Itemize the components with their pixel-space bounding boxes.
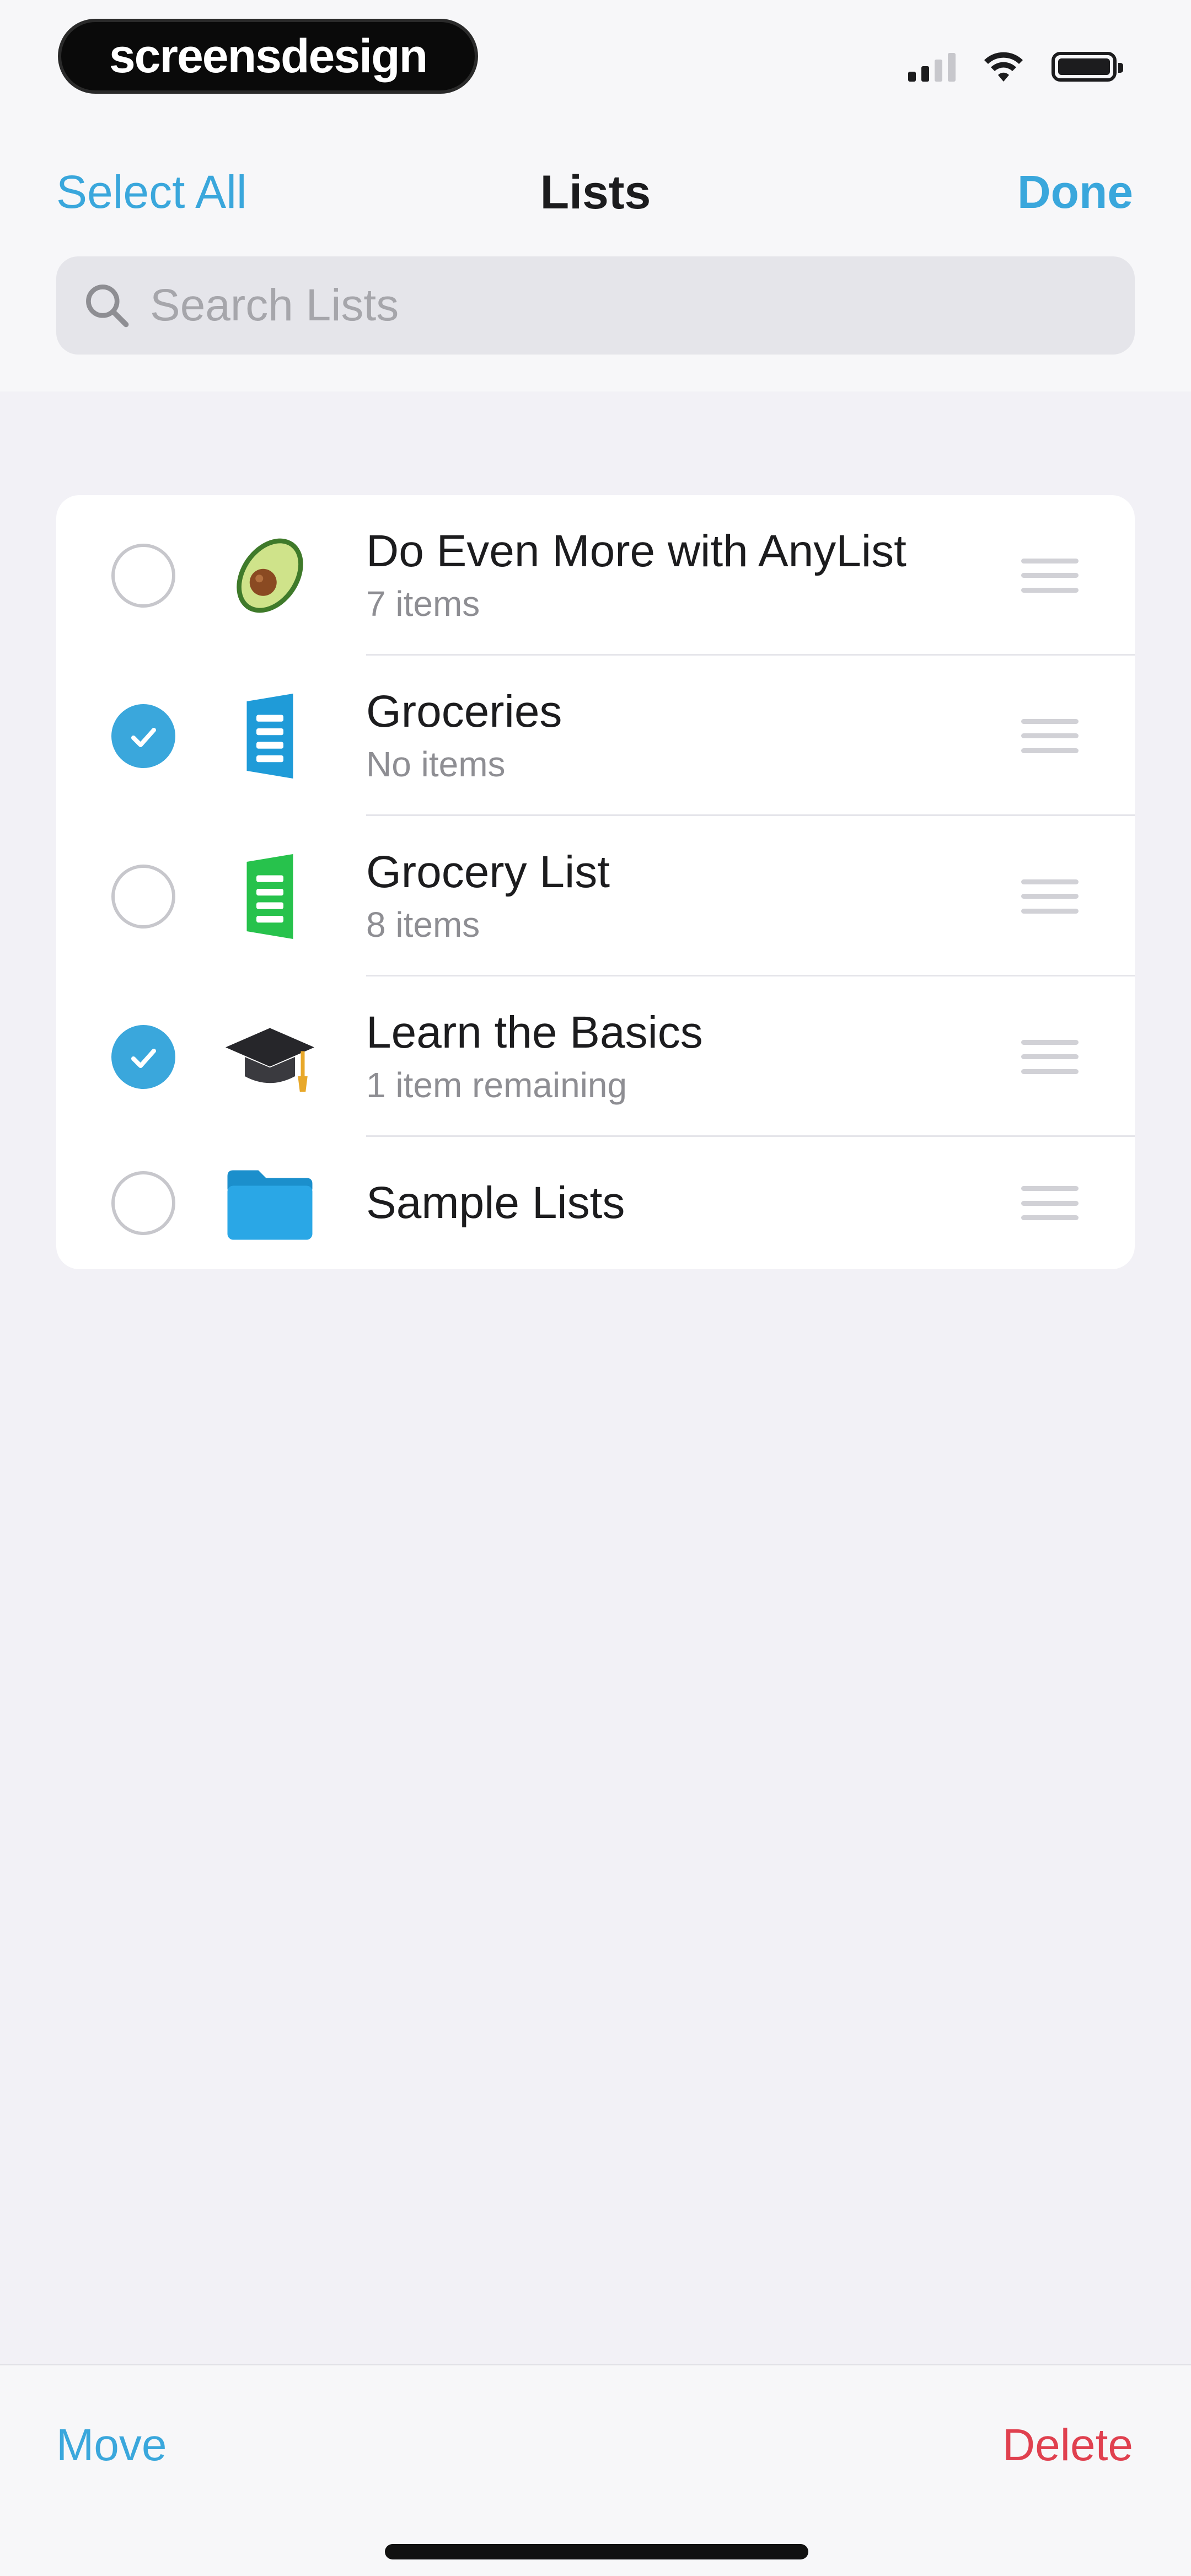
list-subtitle: No items <box>366 744 506 784</box>
list-title: Grocery List <box>366 847 610 898</box>
brand-watermark: screensdesign <box>58 19 478 94</box>
checkmark-icon <box>131 1048 156 1068</box>
list-row-grocery-list[interactable]: Grocery List 8 items <box>56 816 1135 976</box>
cellular-signal-icon <box>908 52 956 82</box>
selection-checkbox[interactable] <box>111 704 175 768</box>
reorder-handle-icon[interactable] <box>1021 718 1079 753</box>
status-icons <box>908 51 1123 83</box>
reorder-handle-icon[interactable] <box>1021 879 1079 914</box>
selection-checkbox[interactable] <box>111 543 175 608</box>
selection-checkbox[interactable] <box>111 1024 175 1089</box>
navigation-bar: Select All Lists Done <box>0 121 1191 391</box>
list-subtitle: 8 items <box>366 904 480 944</box>
list-subtitle: 7 items <box>366 583 480 624</box>
battery-icon <box>1051 52 1123 82</box>
graduation-cap-icon <box>226 1028 314 1092</box>
delete-button[interactable]: Delete <box>1002 2419 1133 2471</box>
list-row-do-even-more[interactable]: Do Even More with AnyList 7 items <box>56 495 1135 656</box>
list-row-groceries[interactable]: Groceries No items <box>56 656 1135 816</box>
reorder-handle-icon[interactable] <box>1021 558 1079 593</box>
list-title: Learn the Basics <box>366 1007 703 1058</box>
avocado-icon <box>237 538 303 613</box>
status-bar: screensdesign <box>0 0 1191 121</box>
reorder-handle-icon[interactable] <box>1021 1186 1079 1220</box>
done-button[interactable]: Done <box>1017 165 1133 219</box>
list-row-learn-the-basics[interactable]: Learn the Basics 1 item remaining <box>56 976 1135 1137</box>
bottom-toolbar: Move Delete <box>0 2364 1191 2576</box>
list-title: Do Even More with AnyList <box>366 526 906 577</box>
list-green-icon <box>246 854 293 939</box>
folder-icon <box>227 1170 313 1240</box>
move-button[interactable]: Move <box>56 2419 167 2471</box>
list-title: Sample Lists <box>366 1177 625 1228</box>
checkmark-icon <box>131 727 156 747</box>
list-subtitle: 1 item remaining <box>366 1065 627 1105</box>
reorder-handle-icon[interactable] <box>1021 1039 1079 1074</box>
search-bar[interactable] <box>56 256 1135 355</box>
selection-checkbox[interactable] <box>111 864 175 929</box>
page-title: Lists <box>540 166 651 219</box>
list-blue-icon <box>246 693 293 779</box>
search-input[interactable] <box>149 279 1088 332</box>
list-row-sample-lists[interactable]: Sample Lists <box>56 1137 1135 1269</box>
wifi-icon <box>984 52 1023 82</box>
lists-table: Do Even More with AnyList 7 items Grocer… <box>56 495 1135 1269</box>
selection-checkbox[interactable] <box>111 1171 175 1235</box>
search-icon <box>86 285 129 328</box>
list-title: Groceries <box>366 686 562 737</box>
home-indicator <box>385 2544 808 2559</box>
